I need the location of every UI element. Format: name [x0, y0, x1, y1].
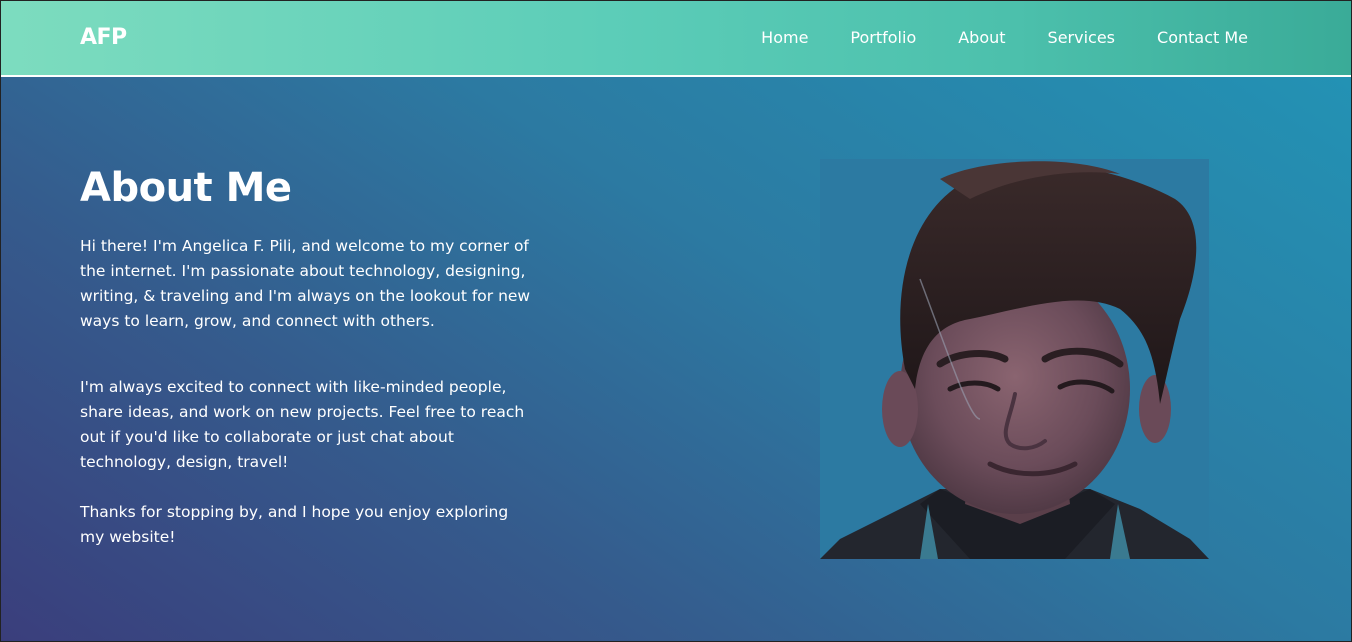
- page-frame: AFP Home Portfolio About Services Contac…: [0, 0, 1352, 642]
- about-paragraph-connect: I'm always excited to connect with like-…: [80, 378, 525, 471]
- profile-photo: [820, 159, 1209, 559]
- nav-link-portfolio[interactable]: Portfolio: [850, 28, 916, 47]
- about-section: About Me Hi there! I'm Angelica F. Pili,…: [1, 77, 1351, 641]
- about-paragraph-thanks: Thanks for stopping by, and I hope you e…: [80, 503, 509, 546]
- nav-link-about[interactable]: About: [958, 28, 1005, 47]
- logo[interactable]: AFP: [80, 25, 127, 50]
- nav-link-services[interactable]: Services: [1048, 28, 1115, 47]
- navbar: AFP Home Portfolio About Services Contac…: [1, 1, 1351, 77]
- page-title: About Me: [80, 165, 292, 211]
- about-paragraph-intro: Hi there! I'm Angelica F. Pili, and welc…: [80, 237, 531, 330]
- nav-link-home[interactable]: Home: [761, 28, 808, 47]
- nav-link-contact[interactable]: Contact Me: [1157, 28, 1248, 47]
- nav-links: Home Portfolio About Services Contact Me: [719, 28, 1248, 47]
